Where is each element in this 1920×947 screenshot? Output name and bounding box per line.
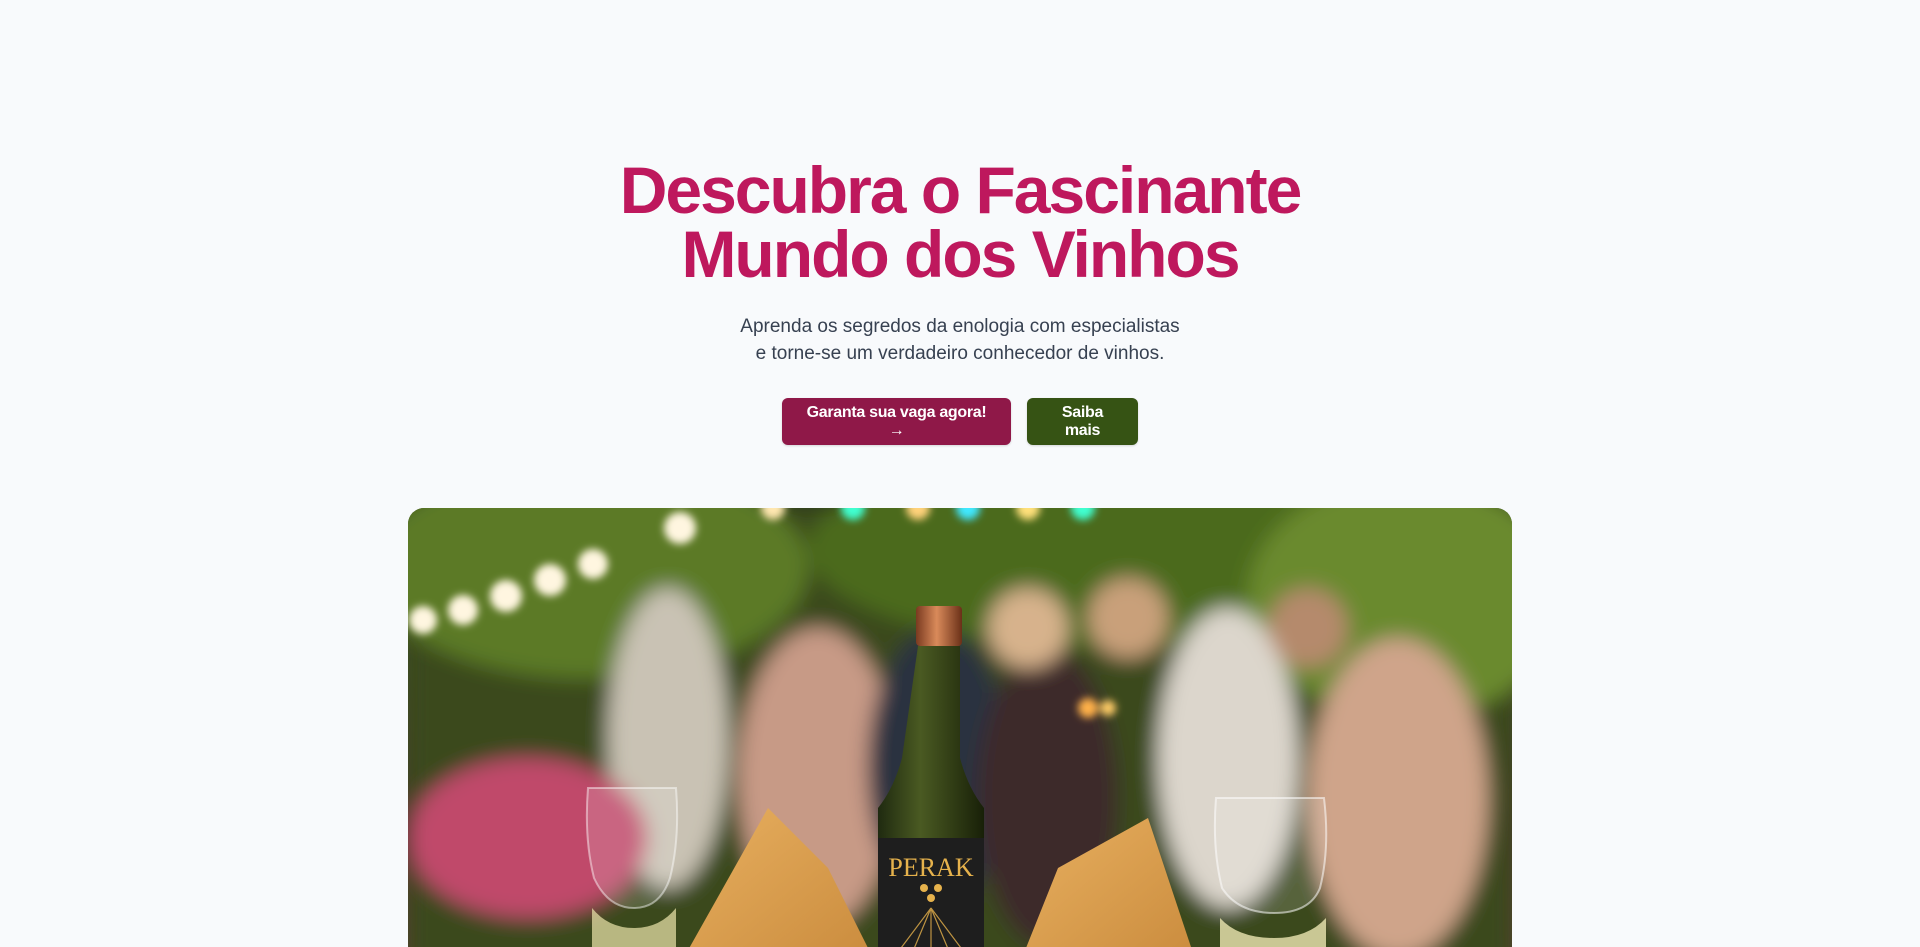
learn-more-button[interactable]: Saiba mais: [1027, 398, 1138, 445]
hero-title: Descubra o Fascinante Mundo dos Vinhos: [0, 153, 1920, 291]
hero-section: Descubra o Fascinante Mundo dos Vinhos A…: [0, 0, 1920, 947]
hero-subtitle-line1: Aprenda os segredos da enologia com espe…: [740, 316, 1180, 337]
wine-scene-illustration: PERAK: [408, 508, 1512, 947]
hero-subtitle-line2: e torne-se um verdadeiro conhecedor de v…: [755, 343, 1165, 364]
hero-title-line2: Mundo dos Vinhos: [681, 217, 1240, 291]
enroll-button[interactable]: Garanta sua vaga agora! →: [782, 398, 1011, 445]
hero-actions: Garanta sua vaga agora! → Saiba mais: [0, 398, 1920, 445]
hero-title-line1: Descubra o Fascinante: [619, 153, 1303, 227]
hero-subtitle: Aprenda os segredos da enologia com espe…: [0, 313, 1920, 367]
bottle-label-text: PERAK: [888, 853, 973, 882]
hero-image: PERAK: [408, 508, 1512, 947]
